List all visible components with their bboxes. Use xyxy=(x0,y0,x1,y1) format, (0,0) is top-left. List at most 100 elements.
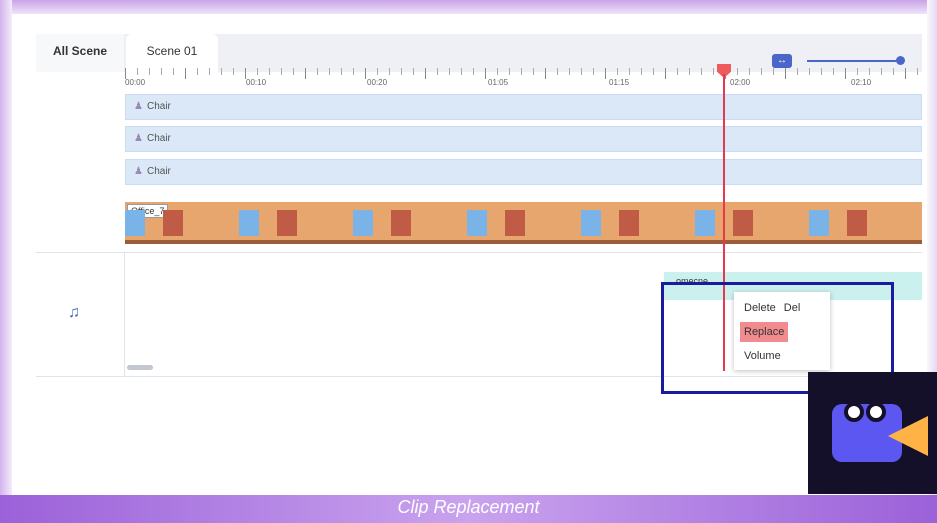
ruler-tick xyxy=(701,68,702,75)
timeline-editor: All Scene Scene 01 ↔ 00:00 00:10 00:20 01:0… xyxy=(36,22,922,394)
ruler-tick xyxy=(677,68,678,75)
ruler-tick xyxy=(413,68,414,75)
scene-thumbnail xyxy=(695,210,715,236)
scene-thumbnail xyxy=(733,210,753,236)
ruler-tick xyxy=(149,68,150,75)
person-icon: ♟ xyxy=(134,133,143,144)
video-caption: Clip Replacement xyxy=(397,497,540,517)
logo-eye-left xyxy=(844,402,864,422)
ruler-tick xyxy=(773,68,774,75)
track-label: ♟ Chair xyxy=(134,101,171,112)
ruler-tick xyxy=(761,68,762,75)
ruler-time-label: 00:00 xyxy=(125,78,146,87)
ruler-tick xyxy=(629,68,630,75)
ruler-tick xyxy=(893,68,894,75)
scene-thumbnail xyxy=(657,210,677,236)
ruler-tick xyxy=(749,68,750,75)
scene-thumbnail xyxy=(885,210,905,236)
ruler-tick xyxy=(581,68,582,75)
zoom-slider-track[interactable] xyxy=(807,60,902,62)
ruler-tick xyxy=(509,68,510,75)
ruler-time-label: 01:15 xyxy=(609,78,630,87)
ruler-tick xyxy=(917,68,918,75)
track-row[interactable]: ♟ Chair xyxy=(125,159,922,185)
ruler-tick xyxy=(653,68,654,75)
video-track-area: ♟ Chair ♟ Chair ♟ Chair Office_7 xyxy=(125,94,922,250)
scene-thumbnail xyxy=(505,210,525,236)
ruler-tick xyxy=(737,68,738,75)
time-ruler[interactable]: 00:00 00:10 00:20 01:05 01:15 02:00 02:10 xyxy=(125,64,922,90)
ruler-tick xyxy=(689,68,690,75)
scene-thumbnail xyxy=(239,210,259,236)
scene-clip[interactable]: Office_7 xyxy=(125,202,922,244)
ruler-tick xyxy=(173,68,174,75)
scene-thumbnail xyxy=(771,210,791,236)
ruler-tick xyxy=(221,68,222,75)
ruler-tick xyxy=(497,68,498,75)
track-label: ♟ Chair xyxy=(134,133,171,144)
scene-thumbnail xyxy=(847,210,867,236)
video-frame-left xyxy=(0,0,12,523)
track-row[interactable]: ♟ Chair xyxy=(125,94,922,120)
ruler-tick xyxy=(521,68,522,75)
track-header-divider xyxy=(124,252,125,376)
scene-thumbnail xyxy=(543,210,563,236)
ruler-tick xyxy=(821,68,822,75)
ruler-tick xyxy=(869,68,870,75)
ruler-tick xyxy=(809,68,810,75)
ruler-tick xyxy=(389,68,390,75)
ruler-tick xyxy=(713,68,714,75)
ruler-tick xyxy=(437,68,438,75)
scene-thumbnail xyxy=(809,210,829,236)
scene-thumbnail xyxy=(429,210,449,236)
ruler-tick xyxy=(137,68,138,75)
track-label: ♟ Chair xyxy=(134,166,171,177)
ruler-tick xyxy=(461,68,462,75)
ruler-tick xyxy=(365,68,366,79)
ruler-tick xyxy=(317,68,318,75)
ruler-tick xyxy=(845,68,846,79)
ruler-time-label: 02:00 xyxy=(730,78,751,87)
ruler-tick xyxy=(401,68,402,75)
music-note-icon: ♫ xyxy=(68,304,80,321)
video-frame-top xyxy=(0,0,937,14)
scene-thumbnail xyxy=(619,210,639,236)
ruler-tick xyxy=(593,68,594,75)
ruler-time-label: 02:10 xyxy=(851,78,872,87)
person-icon: ♟ xyxy=(134,101,143,112)
ruler-tick xyxy=(881,68,882,75)
ruler-tick xyxy=(569,68,570,75)
ruler-tick xyxy=(785,68,786,79)
scene-thumbnail xyxy=(125,210,145,236)
ruler-tick xyxy=(797,68,798,75)
ruler-tick xyxy=(353,68,354,75)
ruler-tick xyxy=(617,68,618,75)
scene-thumbnail xyxy=(163,210,183,236)
scene-thumbnail xyxy=(277,210,297,236)
ruler-time-label: 01:05 xyxy=(488,78,509,87)
logo-eye-right xyxy=(866,402,886,422)
ruler-tick xyxy=(641,68,642,75)
horizontal-scroll-handle[interactable] xyxy=(127,365,153,370)
ruler-tick xyxy=(605,68,606,79)
ruler-tick xyxy=(305,68,306,79)
ruler-tick xyxy=(281,68,282,75)
track-row[interactable]: ♟ Chair xyxy=(125,126,922,152)
ruler-tick xyxy=(833,68,834,75)
ruler-tick xyxy=(665,68,666,79)
ruler-time-label: 00:10 xyxy=(246,78,267,87)
ruler-tick xyxy=(269,68,270,75)
ruler-tick xyxy=(341,68,342,75)
scene-thumbnail xyxy=(581,210,601,236)
ruler-tick xyxy=(161,68,162,75)
ruler-tick xyxy=(905,68,906,79)
ruler-tick xyxy=(449,68,450,75)
ruler-tick xyxy=(533,68,534,75)
ruler-tick xyxy=(473,68,474,75)
scene-thumbnail xyxy=(391,210,411,236)
ruler-tick xyxy=(329,68,330,75)
tab-all-scene[interactable]: All Scene xyxy=(36,34,124,72)
ruler-time-label: 00:20 xyxy=(367,78,388,87)
scene-thumbnail xyxy=(315,210,335,236)
ruler-tick xyxy=(185,68,186,79)
